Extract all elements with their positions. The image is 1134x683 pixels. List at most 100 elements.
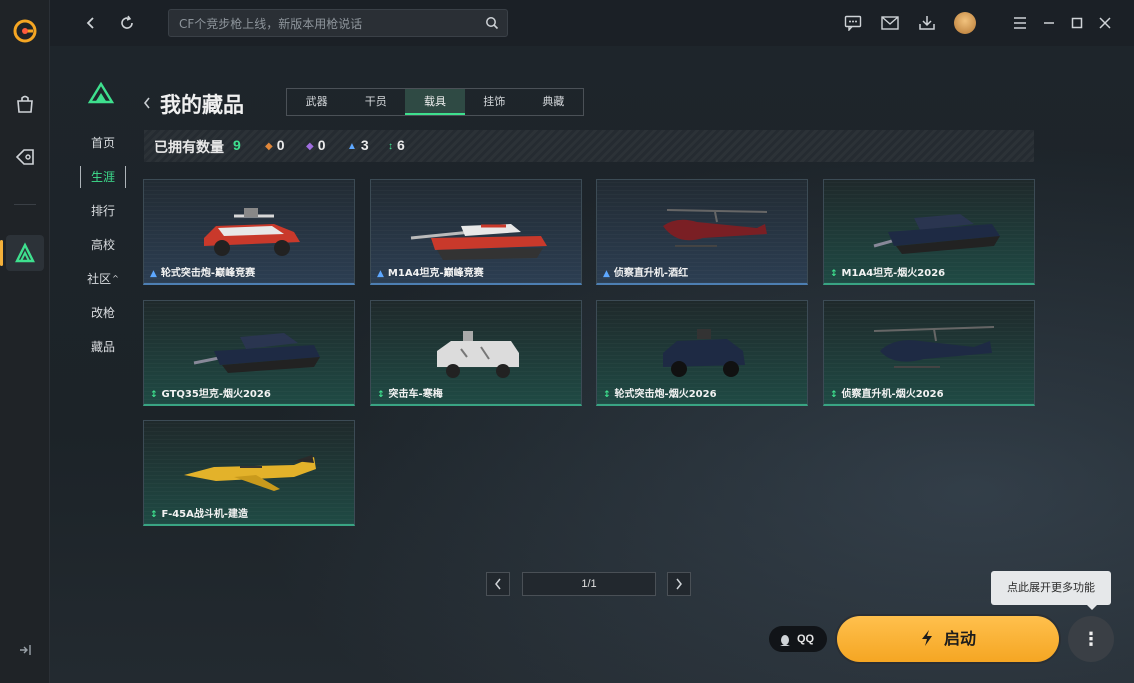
vehicle-name-text: 侦察直升机-酒红	[613, 268, 689, 279]
tier-count-orange: ◆ 0	[265, 137, 285, 153]
maximize-icon[interactable]	[1066, 12, 1088, 34]
tag-icon[interactable]	[13, 145, 37, 169]
vehicle-name: ▲ 轮式突击炮-巅峰竞赛	[150, 264, 255, 279]
lightning-icon	[920, 619, 934, 665]
nav-career[interactable]: 生涯	[80, 166, 126, 188]
page-title: 我的藏品	[160, 93, 244, 117]
nav-community[interactable]: 社区^	[80, 268, 126, 290]
vehicle-name-text: 侦察直升机-烟火2026	[841, 389, 944, 400]
launch-button[interactable]: 启动	[837, 616, 1059, 662]
search-box[interactable]	[168, 9, 508, 37]
download-icon[interactable]	[916, 12, 938, 34]
owned-label: 已拥有数量	[154, 140, 224, 156]
close-icon[interactable]	[1094, 12, 1116, 34]
rarity-blue-icon: ▲	[377, 269, 384, 279]
game-cf-button[interactable]	[6, 235, 44, 271]
vehicle-name: ↕ 突击车-寒梅	[377, 385, 443, 400]
vehicle-card[interactable]: ↕ 侦察直升机-烟火2026	[823, 300, 1035, 406]
more-options-button[interactable]: ⋮	[1068, 616, 1114, 662]
menu-icon[interactable]	[1009, 12, 1031, 34]
tier-value: 6	[397, 137, 405, 153]
vehicle-name-text: M1A4坦克-烟火2026	[841, 268, 946, 279]
rarity-green-icon: ↕	[603, 390, 611, 400]
vehicle-name-text: F-45A战斗机-建造	[161, 509, 249, 520]
vehicle-card[interactable]: ↕ F-45A战斗机-建造	[143, 420, 355, 526]
vehicle-name: ↕ 侦察直升机-烟火2026	[830, 385, 944, 400]
rarity-blue-icon: ▲	[603, 269, 610, 279]
tab-vehicles[interactable]: 载具	[405, 89, 465, 115]
app-logo-icon	[12, 18, 38, 44]
qq-label: QQ	[797, 633, 815, 645]
chevron-left-icon	[495, 578, 501, 590]
mail-icon[interactable]	[879, 12, 901, 34]
nav-home[interactable]: 首页	[80, 132, 126, 154]
cf-logo-icon	[87, 81, 115, 104]
nav-collection[interactable]: 藏品	[80, 336, 126, 358]
purple-diamond-icon: ◆	[306, 141, 314, 152]
search-icon[interactable]	[485, 16, 499, 35]
nav-community-label: 社区	[87, 272, 112, 286]
more-features-tooltip: 点此展开更多功能	[991, 571, 1111, 610]
orange-diamond-icon: ◆	[265, 141, 273, 152]
search-input[interactable]	[179, 15, 479, 33]
owned-count-bar: 已拥有数量 9 ◆ 0 ◆ 0 ▲ 3 ↕ 6	[144, 130, 1034, 162]
tab-weapons[interactable]: 武器	[287, 89, 346, 115]
nav-gun-mod[interactable]: 改枪	[80, 302, 126, 324]
vehicle-name-text: 轮式突击炮-烟火2026	[614, 389, 717, 400]
tab-operators[interactable]: 干员	[346, 89, 405, 115]
green-arrows-icon: ↕	[388, 141, 393, 152]
rarity-green-icon: ↕	[830, 269, 838, 279]
rarity-green-icon: ↕	[377, 390, 385, 400]
vehicle-card[interactable]: ↕ 突击车-寒梅	[370, 300, 582, 406]
vehicle-card[interactable]: ▲ 轮式突击炮-巅峰竞赛	[143, 179, 355, 285]
vehicle-name-text: GTQ35坦克-烟火2026	[161, 389, 271, 400]
vehicle-name: ▲ 侦察直升机-酒红	[603, 264, 688, 279]
vehicle-name-text: 轮式突击炮-巅峰竞赛	[160, 268, 256, 279]
left-rail	[0, 0, 50, 683]
chat-icon[interactable]	[842, 12, 864, 34]
tier-count-purple: ◆ 0	[306, 137, 326, 153]
refresh-icon[interactable]	[116, 12, 138, 34]
active-indicator	[0, 240, 3, 266]
prev-page-button[interactable]	[486, 572, 510, 596]
vehicle-name: ↕ M1A4坦克-烟火2026	[830, 264, 945, 279]
rarity-green-icon: ↕	[150, 390, 158, 400]
blue-mountain-icon: ▲	[347, 141, 357, 152]
nav-college[interactable]: 高校	[80, 234, 126, 256]
vehicle-name: ▲ M1A4坦克-巅峰竞赛	[377, 264, 484, 279]
tab-collection[interactable]: 典藏	[524, 89, 583, 115]
vehicle-name: ↕ GTQ35坦克-烟火2026	[150, 385, 271, 400]
caret-up-icon: ^	[112, 274, 119, 283]
tier-count-blue: ▲ 3	[347, 137, 369, 153]
rarity-green-icon: ↕	[150, 510, 158, 520]
tier-count-green: ↕ 6	[388, 137, 405, 153]
user-avatar[interactable]	[954, 12, 976, 34]
tier-value: 3	[360, 137, 369, 153]
vehicle-card[interactable]: ▲ 侦察直升机-酒红	[596, 179, 808, 285]
tier-value: 0	[276, 137, 285, 153]
rarity-blue-icon: ▲	[150, 269, 157, 279]
vehicle-card[interactable]: ▲ M1A4坦克-巅峰竞赛	[370, 179, 582, 285]
collapse-sidebar-icon[interactable]	[18, 643, 32, 657]
top-bar	[50, 0, 1134, 46]
main-content: 首页 生涯 排行 高校 社区^ 改枪 藏品 我的藏品 武器 干员 载具 挂饰 典…	[50, 46, 1134, 683]
vehicle-card[interactable]: ↕ 轮式突击炮-烟火2026	[596, 300, 808, 406]
rarity-green-icon: ↕	[830, 390, 838, 400]
page-back-icon[interactable]	[143, 96, 151, 113]
next-page-button[interactable]	[667, 572, 691, 596]
launch-label: 启动	[943, 629, 976, 648]
vehicle-card[interactable]: ↕ M1A4坦克-烟火2026	[823, 179, 1035, 285]
vehicle-name: ↕ F-45A战斗机-建造	[150, 505, 248, 520]
back-icon[interactable]	[80, 12, 102, 34]
tab-charms[interactable]: 挂饰	[465, 89, 524, 115]
page-indicator: 1/1	[522, 572, 656, 596]
tier-value: 0	[317, 137, 326, 153]
minimize-icon[interactable]	[1038, 12, 1060, 34]
nav-ranking[interactable]: 排行	[80, 200, 126, 222]
store-bag-icon[interactable]	[13, 92, 37, 116]
chevron-right-icon	[676, 578, 682, 590]
vehicle-card[interactable]: ↕ GTQ35坦克-烟火2026	[143, 300, 355, 406]
vehicle-name-text: M1A4坦克-巅峰竞赛	[387, 268, 484, 279]
qq-login-button[interactable]: QQ	[769, 626, 827, 652]
kebab-icon: ⋮	[1082, 629, 1100, 649]
